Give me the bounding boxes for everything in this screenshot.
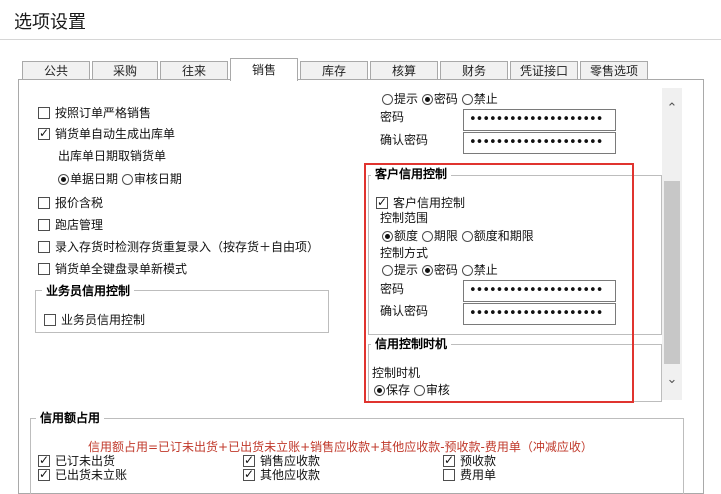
tab-public[interactable]: 公共 bbox=[22, 61, 90, 80]
option-check-duplicate[interactable]: 录入存货时检测存货重复录入（按存货＋自由项） bbox=[38, 240, 319, 254]
radio-timing-save[interactable] bbox=[374, 385, 385, 396]
checkbox-checked[interactable] bbox=[38, 467, 50, 481]
option-customer-credit[interactable]: 客户信用控制 bbox=[376, 195, 465, 210]
radio-audit-date[interactable] bbox=[121, 174, 133, 185]
checkbox[interactable] bbox=[38, 197, 50, 209]
outbound-date-label: 出库单日期取销货单 bbox=[58, 149, 167, 163]
title-divider bbox=[0, 39, 721, 40]
radio-method-prompt[interactable] bbox=[382, 265, 393, 276]
method-radios: 提示 密码 禁止 bbox=[382, 263, 498, 277]
usage-ordered-not-shipped[interactable]: 已订未出货 bbox=[38, 453, 115, 468]
customer-credit-title: 客户信用控制 bbox=[371, 167, 452, 181]
checkbox[interactable] bbox=[443, 469, 455, 481]
usage-other-receivable[interactable]: 其他应收款 bbox=[243, 467, 320, 482]
checkbox-checked[interactable] bbox=[38, 126, 50, 140]
top-password-label: 密码 bbox=[380, 110, 405, 124]
method-label: 控制方式 bbox=[380, 246, 429, 260]
outbound-date-radios: 单据日期 审核日期 bbox=[58, 172, 182, 186]
credit-usage-title: 信用额占用 bbox=[36, 411, 105, 425]
tab-sales[interactable]: 销售 bbox=[230, 58, 298, 81]
option-strict-sales[interactable]: 按照订单严格销售 bbox=[38, 106, 151, 120]
range-label: 控制范围 bbox=[380, 211, 429, 225]
scrollbar-thumb[interactable] bbox=[664, 181, 680, 364]
checkbox-checked[interactable] bbox=[443, 453, 455, 467]
top-password-field[interactable]: •••••••••••••••••••• bbox=[463, 109, 616, 131]
option-store-manage[interactable]: 跑店管理 bbox=[38, 218, 103, 232]
option-keyboard-mode[interactable]: 销货单全键盘录单新模式 bbox=[38, 262, 187, 276]
checkbox-checked[interactable] bbox=[243, 453, 255, 467]
tab-accounting[interactable]: 核算 bbox=[370, 61, 438, 80]
timing-label: 控制时机 bbox=[372, 366, 421, 380]
salesman-credit-title: 业务员信用控制 bbox=[42, 284, 135, 298]
checkbox[interactable] bbox=[44, 314, 56, 326]
radio-prompt[interactable] bbox=[382, 94, 393, 105]
checkbox-checked[interactable] bbox=[376, 195, 388, 209]
radio-bill-date[interactable] bbox=[58, 174, 69, 185]
radio-password[interactable] bbox=[421, 94, 433, 105]
radio-timing-audit[interactable] bbox=[413, 385, 425, 396]
usage-advance-receipt[interactable]: 预收款 bbox=[443, 453, 496, 468]
tab-purchase[interactable]: 采购 bbox=[92, 61, 158, 80]
option-price-with-tax[interactable]: 报价含税 bbox=[38, 196, 103, 210]
checkbox[interactable] bbox=[38, 219, 50, 231]
credit-usage-formula: 信用额占用=已订未出货+已出货未立账+销售应收款+其他应收款-预收款-费用单（冲… bbox=[88, 440, 593, 454]
range-radios: 额度 期限 额度和期限 bbox=[382, 229, 534, 243]
top-confirm-field[interactable]: •••••••••••••••••••• bbox=[463, 132, 616, 154]
usage-shipped-not-billed[interactable]: 已出货未立账 bbox=[38, 467, 127, 482]
usage-sales-receivable[interactable]: 销售应收款 bbox=[243, 453, 320, 468]
radio-method-forbid[interactable] bbox=[461, 265, 473, 276]
checkbox[interactable] bbox=[38, 107, 50, 119]
option-salesman-credit[interactable]: 业务员信用控制 bbox=[44, 313, 145, 327]
checkbox[interactable] bbox=[38, 263, 50, 275]
top-confirm-label: 确认密码 bbox=[380, 133, 429, 147]
tab-inventory[interactable]: 库存 bbox=[300, 61, 368, 80]
tab-finance[interactable]: 财务 bbox=[440, 61, 508, 80]
tab-retail-options[interactable]: 零售选项 bbox=[580, 61, 648, 80]
radio-range-both[interactable] bbox=[461, 231, 473, 242]
window-title: 选项设置 bbox=[14, 12, 86, 33]
checkbox-checked[interactable] bbox=[38, 453, 50, 467]
radio-range-term[interactable] bbox=[421, 231, 433, 242]
top-mode-radios: 提示 密码 禁止 bbox=[382, 92, 498, 106]
usage-expense-bill[interactable]: 费用单 bbox=[443, 468, 496, 482]
tab-transactions[interactable]: 往来 bbox=[160, 61, 228, 80]
customer-confirm-label: 确认密码 bbox=[380, 304, 429, 318]
radio-forbid[interactable] bbox=[461, 94, 473, 105]
scroll-up-icon[interactable]: ⌃ bbox=[662, 101, 682, 116]
timing-radios: 保存 审核 bbox=[374, 383, 450, 397]
option-auto-outbound[interactable]: 销货单自动生成出库单 bbox=[38, 126, 175, 141]
customer-confirm-field[interactable]: •••••••••••••••••••• bbox=[463, 303, 616, 325]
radio-range-amount[interactable] bbox=[382, 231, 393, 242]
radio-method-password[interactable] bbox=[421, 265, 433, 276]
scroll-down-icon[interactable]: ⌄ bbox=[662, 372, 682, 387]
credit-timing-title: 信用控制时机 bbox=[371, 337, 452, 351]
tab-voucher-interface[interactable]: 凭证接口 bbox=[510, 61, 578, 80]
customer-password-field[interactable]: •••••••••••••••••••• bbox=[463, 280, 616, 302]
credit-usage-group bbox=[30, 418, 684, 494]
checkbox[interactable] bbox=[38, 241, 50, 253]
customer-password-label: 密码 bbox=[380, 282, 405, 296]
checkbox-checked[interactable] bbox=[243, 467, 255, 481]
